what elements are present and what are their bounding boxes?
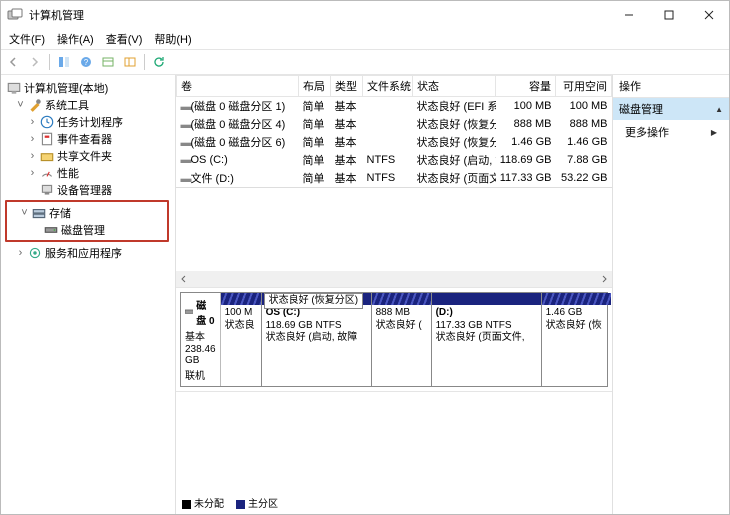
- tools-icon: [27, 98, 43, 112]
- show-hide-tree-button[interactable]: [54, 52, 74, 72]
- horizontal-scrollbar[interactable]: [176, 271, 612, 287]
- expand-icon[interactable]: ›: [27, 133, 38, 145]
- legend-unalloc-swatch: [182, 500, 191, 509]
- tree-disk-management[interactable]: 磁盘管理: [7, 221, 167, 238]
- disk-icon: [185, 308, 193, 316]
- menubar: 文件(F) 操作(A) 查看(V) 帮助(H): [1, 29, 729, 50]
- tree-performance[interactable]: ›性能: [3, 164, 173, 181]
- menu-help[interactable]: 帮助(H): [148, 29, 197, 49]
- tree-services-apps[interactable]: ›服务和应用程序: [3, 244, 173, 261]
- expand-icon[interactable]: ›: [27, 150, 38, 162]
- maximize-button[interactable]: [649, 1, 689, 29]
- actions-more[interactable]: 更多操作▶: [613, 120, 729, 144]
- volumes-grid[interactable]: 卷 布局 类型 文件系统 状态 容量 可用空间 ▬(磁盘 0 磁盘分区 1)简单…: [176, 75, 612, 188]
- col-fs[interactable]: 文件系统: [363, 76, 413, 97]
- expand-icon[interactable]: ›: [27, 167, 38, 179]
- refresh-button[interactable]: [149, 52, 169, 72]
- tree-root[interactable]: 计算机管理(本地): [3, 79, 173, 96]
- col-volume[interactable]: 卷: [177, 76, 299, 97]
- expand-icon[interactable]: ›: [15, 247, 26, 259]
- expand-icon[interactable]: ›: [27, 116, 38, 128]
- view-detail-button[interactable]: [120, 52, 140, 72]
- col-layout[interactable]: 布局: [299, 76, 331, 97]
- tree-storage[interactable]: ˅存储: [7, 204, 167, 221]
- actions-pane: 操作 磁盘管理▲ 更多操作▶: [612, 75, 729, 514]
- grid-empty-area: [176, 188, 612, 287]
- col-free[interactable]: 可用空间: [556, 76, 612, 97]
- col-type[interactable]: 类型: [331, 76, 363, 97]
- collapse-icon[interactable]: ˅: [15, 99, 26, 111]
- table-row[interactable]: ▬OS (C:)简单基本NTFS状态良好 (启动, 故障转储, 主分区)118.…: [177, 151, 612, 169]
- toolbar: ?: [1, 50, 729, 75]
- forward-button[interactable]: [25, 52, 45, 72]
- event-icon: [39, 132, 55, 146]
- table-row[interactable]: ▬(磁盘 0 磁盘分区 4)简单基本状态良好 (恢复分区)888 MB888 M…: [177, 115, 612, 133]
- tree-task-scheduler[interactable]: ›任务计划程序: [3, 113, 173, 130]
- disk-partition[interactable]: 状态良好 (恢复分区)OS (C:)118.69 GB NTFS状态良好 (启动…: [261, 293, 371, 386]
- perf-icon: [39, 166, 55, 180]
- help-button[interactable]: ?: [76, 52, 96, 72]
- col-status[interactable]: 状态: [413, 76, 496, 97]
- close-button[interactable]: [689, 1, 729, 29]
- legend-primary-swatch: [236, 500, 245, 509]
- scroll-left-icon[interactable]: [176, 271, 192, 287]
- disk-map[interactable]: 磁盘 0 基本 238.46 GB 联机 100 M状态良状态良好 (恢复分区)…: [176, 287, 612, 391]
- menu-file[interactable]: 文件(F): [3, 29, 51, 49]
- table-row[interactable]: ▬文件 (D:)简单基本NTFS状态良好 (页面文件, 主分区)117.33 G…: [177, 169, 612, 187]
- disk-type: 基本: [185, 328, 216, 343]
- tree-system-tools[interactable]: ˅系统工具: [3, 96, 173, 113]
- scroll-right-icon[interactable]: [596, 271, 612, 287]
- device-icon: [39, 183, 55, 197]
- minimize-button[interactable]: [609, 1, 649, 29]
- tree-device-manager[interactable]: 设备管理器: [3, 181, 173, 198]
- app-icon: [7, 7, 23, 23]
- svg-text:?: ?: [84, 58, 89, 67]
- actions-selected[interactable]: 磁盘管理▲: [613, 98, 729, 120]
- nav-tree[interactable]: 计算机管理(本地) ˅系统工具 ›任务计划程序 ›事件查看器 ›共享文件夹 ›性…: [1, 75, 176, 514]
- computer-icon: [6, 81, 22, 95]
- legend: 未分配 主分区: [176, 491, 612, 514]
- window-title: 计算机管理: [29, 7, 609, 23]
- menu-view[interactable]: 查看(V): [100, 29, 149, 49]
- tooltip: 状态良好 (恢复分区): [264, 293, 363, 309]
- storage-icon: [31, 206, 47, 220]
- services-icon: [27, 246, 43, 260]
- col-capacity[interactable]: 容量: [496, 76, 556, 97]
- share-icon: [39, 149, 55, 163]
- disk-partition[interactable]: 100 M状态良: [221, 293, 261, 386]
- disk-header[interactable]: 磁盘 0 基本 238.46 GB 联机: [181, 293, 221, 386]
- table-row[interactable]: ▬(磁盘 0 磁盘分区 1)简单基本状态良好 (EFI 系统分区)100 MB1…: [177, 97, 612, 116]
- collapse-icon[interactable]: ▲: [715, 105, 723, 114]
- collapse-icon[interactable]: ˅: [19, 207, 30, 219]
- disk-partition[interactable]: (D:)117.33 GB NTFS状态良好 (页面文件,: [431, 293, 541, 386]
- disk-partition[interactable]: 1.46 GB状态良好 (恢: [541, 293, 611, 386]
- tree-highlight: ˅存储 磁盘管理: [5, 200, 169, 242]
- chevron-right-icon: ▶: [711, 128, 717, 137]
- table-row[interactable]: ▬(磁盘 0 磁盘分区 6)简单基本状态良好 (恢复分区)1.46 GB1.46…: [177, 133, 612, 151]
- disk-icon: [43, 223, 59, 237]
- menu-action[interactable]: 操作(A): [51, 29, 100, 49]
- actions-header: 操作: [613, 75, 729, 98]
- back-button[interactable]: [3, 52, 23, 72]
- disk-size: 238.46 GB: [185, 344, 216, 366]
- view-list-button[interactable]: [98, 52, 118, 72]
- disk-label: 磁盘 0: [196, 297, 215, 327]
- disk-partition[interactable]: 888 MB状态良好 (: [371, 293, 431, 386]
- clock-icon: [39, 115, 55, 129]
- titlebar: 计算机管理: [1, 1, 729, 29]
- tree-shared-folders[interactable]: ›共享文件夹: [3, 147, 173, 164]
- disk-state: 联机: [185, 367, 216, 382]
- tree-event-viewer[interactable]: ›事件查看器: [3, 130, 173, 147]
